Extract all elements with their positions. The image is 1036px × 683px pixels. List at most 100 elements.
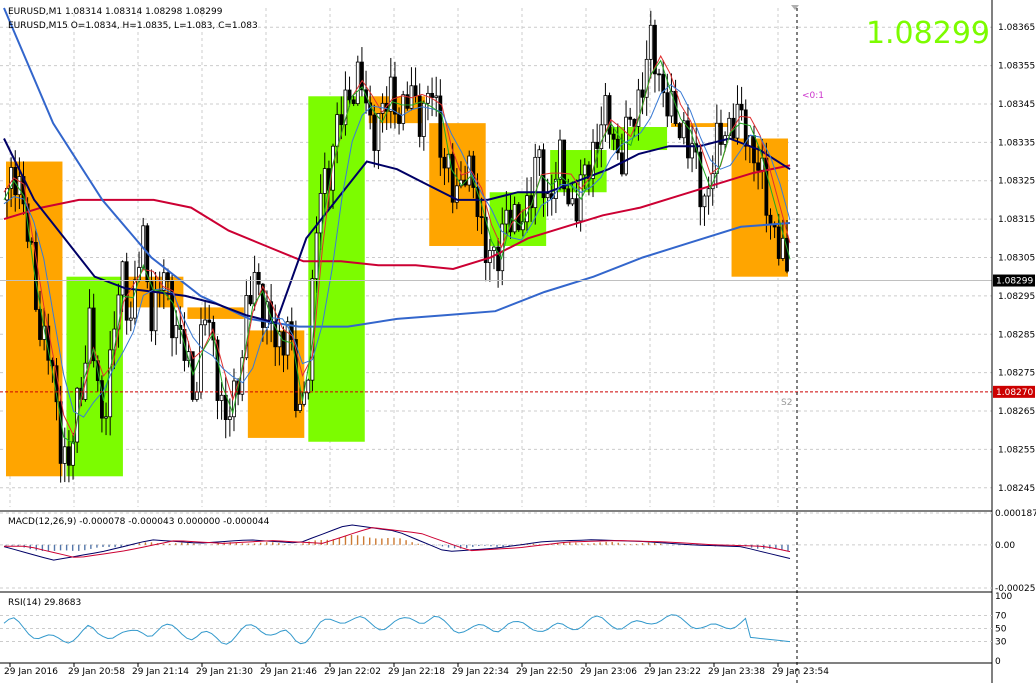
candle-body bbox=[62, 446, 67, 464]
rsi-label: RSI(14) 29.8683 bbox=[8, 598, 81, 608]
macd-tick-label: 0.00 bbox=[995, 541, 1015, 551]
candle-body bbox=[657, 73, 661, 76]
candle-body bbox=[434, 95, 439, 98]
candle-body bbox=[756, 162, 761, 171]
candle-body bbox=[252, 271, 257, 305]
price-tick-label: 1.08355 bbox=[998, 62, 1035, 72]
rsi-tick-label: 100 bbox=[995, 592, 1012, 602]
time-tick-label: 29 Jan 23:54 bbox=[772, 667, 829, 677]
candle-body bbox=[677, 123, 682, 139]
time-tick-label: 29 Jan 23:38 bbox=[708, 667, 765, 677]
price-tick-label: 1.08305 bbox=[998, 254, 1035, 264]
candle-body bbox=[426, 92, 430, 104]
candle-body bbox=[393, 76, 397, 115]
candle-body bbox=[442, 156, 447, 169]
candle-body bbox=[322, 168, 327, 194]
candle-body bbox=[665, 92, 670, 117]
candle-body bbox=[67, 446, 71, 466]
candle-body bbox=[174, 324, 179, 339]
candle bbox=[355, 55, 360, 106]
symbol-info: EURUSD,M1 1.08314 1.08314 1.08298 1.0829… bbox=[8, 7, 223, 17]
candle-body bbox=[355, 61, 360, 105]
price-tick-label: 1.08275 bbox=[998, 369, 1035, 379]
candle-body bbox=[516, 204, 521, 231]
candle-body bbox=[421, 102, 426, 137]
candle-body bbox=[223, 394, 228, 420]
time-tick-label: 29 Jan 21:30 bbox=[196, 667, 253, 677]
candle-body bbox=[372, 114, 377, 151]
trading-terminal: EURUSD,M1 1.08314 1.08314 1.08298 1.0829… bbox=[0, 0, 1036, 683]
price-tick-label: 1.08345 bbox=[998, 100, 1035, 110]
big-price-display: 1.08299 bbox=[866, 16, 990, 51]
s2-label: S2 bbox=[781, 398, 792, 408]
candle-body bbox=[595, 141, 600, 149]
candle-body bbox=[256, 271, 261, 285]
candle-body bbox=[566, 188, 571, 205]
macd-label: MACD(12,26,9) -0.000078 -0.000043 0.0000… bbox=[8, 517, 270, 527]
time-tick-label: 29 Jan 22:50 bbox=[516, 667, 573, 677]
candle-body bbox=[298, 403, 302, 411]
candle-body bbox=[281, 331, 286, 356]
price-tick-label: 1.08315 bbox=[998, 215, 1035, 225]
price-tick-label: 1.08335 bbox=[998, 138, 1035, 148]
candle-body bbox=[314, 232, 319, 280]
price-tick-label: 1.08325 bbox=[998, 177, 1035, 187]
time-tick-label: 29 Jan 20:58 bbox=[68, 667, 125, 677]
candle-body bbox=[124, 261, 129, 321]
candle-body bbox=[611, 133, 616, 140]
candle-body bbox=[17, 176, 22, 196]
candle-body bbox=[413, 85, 418, 97]
candle-body bbox=[628, 116, 633, 120]
candle-body bbox=[166, 272, 170, 282]
candle-body bbox=[318, 193, 323, 234]
candle-body bbox=[351, 99, 356, 105]
candle-body bbox=[764, 157, 769, 216]
time-tick-label: 29 Jan 21:46 bbox=[260, 667, 317, 677]
rsi-tick-label: 0 bbox=[995, 657, 1001, 667]
time-tick-label: 29 Jan 22:34 bbox=[452, 667, 509, 677]
price-tick-label: 1.08245 bbox=[998, 484, 1035, 494]
candle-body bbox=[194, 391, 199, 400]
m15-ohlc-info: EURUSD,M15 O=1.0834, H=1.0835, L=1.083, … bbox=[8, 21, 258, 31]
price-tick-label: 1.08285 bbox=[998, 330, 1035, 340]
rsi-tick-label: 50 bbox=[995, 625, 1007, 635]
candle-body bbox=[739, 103, 744, 111]
candle-body bbox=[702, 195, 707, 208]
candle-body bbox=[120, 261, 125, 296]
candle-body bbox=[227, 416, 232, 420]
candle-body bbox=[537, 149, 542, 158]
candle-body bbox=[339, 114, 344, 126]
time-tick-label: 29 Jan 22:02 bbox=[324, 667, 381, 677]
candle-body bbox=[776, 226, 781, 259]
price-tick-label: 1.08295 bbox=[998, 292, 1035, 302]
order-marker: <0:1 bbox=[802, 91, 824, 101]
time-tick-label: 29 Jan 23:22 bbox=[644, 667, 701, 677]
candle-body bbox=[133, 279, 137, 319]
candle-body bbox=[203, 319, 207, 326]
candle-body bbox=[128, 317, 133, 321]
rsi-tick-label: 30 bbox=[995, 638, 1007, 648]
current-price-label: 1.08299 bbox=[996, 277, 1033, 287]
candle-body bbox=[360, 61, 364, 91]
price-tick-label: 1.08265 bbox=[998, 407, 1035, 417]
candle-body bbox=[71, 441, 75, 466]
rsi-tick-label: 70 bbox=[995, 612, 1007, 622]
candle-body bbox=[104, 416, 108, 419]
s2-price-label: 1.08270 bbox=[996, 388, 1033, 398]
candle-body bbox=[479, 216, 484, 218]
candle-body bbox=[108, 349, 113, 418]
candle-body bbox=[397, 113, 401, 124]
candle-body bbox=[504, 209, 509, 225]
candle-body bbox=[430, 92, 434, 98]
candle-body bbox=[87, 307, 92, 364]
candle-body bbox=[29, 240, 34, 243]
price-tick-label: 1.08255 bbox=[998, 445, 1035, 455]
candle-body bbox=[401, 94, 406, 124]
candle-body bbox=[533, 156, 538, 209]
candle-body bbox=[640, 89, 645, 98]
candle-body bbox=[248, 295, 253, 305]
candle-body bbox=[706, 188, 711, 197]
candle-body bbox=[347, 89, 352, 101]
candle-body bbox=[562, 139, 567, 190]
candle-body bbox=[450, 153, 455, 203]
